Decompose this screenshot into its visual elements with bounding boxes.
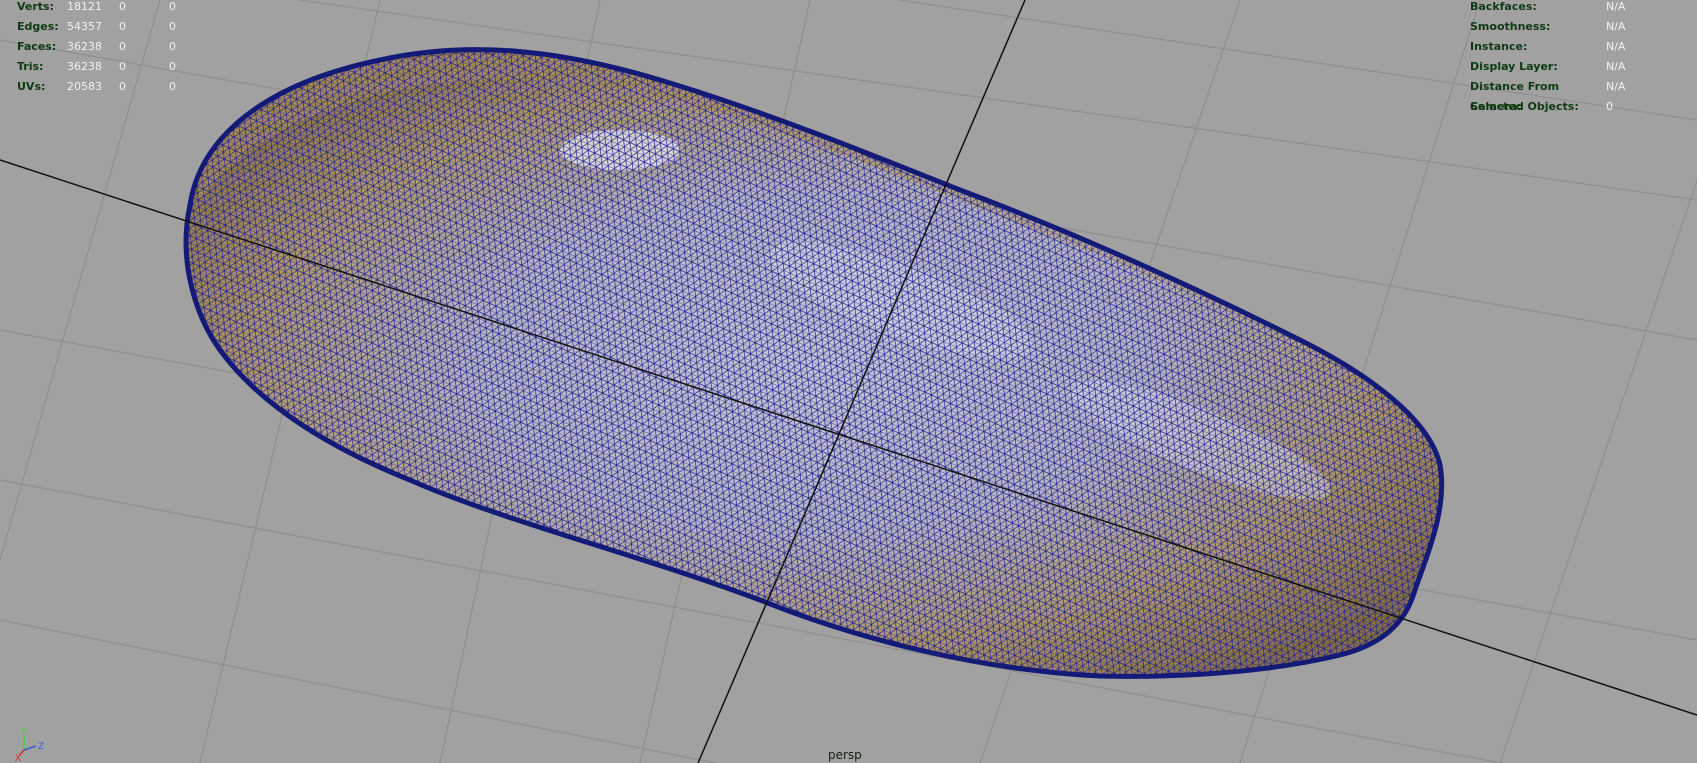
gizmo-x-label: X: [15, 754, 21, 762]
info-label: Backfaces:: [1470, 0, 1537, 13]
stat-row: UVs: 20583 0 0: [17, 77, 189, 97]
info-row: Display Layer: N/A: [1470, 57, 1666, 77]
info-label: Instance:: [1470, 40, 1528, 53]
perspective-viewport[interactable]: Verts: 18121 0 0 Edges: 54357 0 0 Faces: 36238 0 0 T…: [0, 0, 1697, 763]
stat-row: Faces: 36238 0 0: [17, 37, 189, 57]
info-row: Instance: N/A: [1470, 37, 1666, 57]
info-label: Smoothness:: [1470, 20, 1551, 33]
scene-canvas[interactable]: [0, 0, 1697, 763]
info-value: N/A: [1606, 0, 1626, 13]
stat-row: Verts: 18121 0 0: [17, 0, 189, 17]
stat-label: Tris:: [17, 60, 44, 73]
stat-value: 36238: [67, 40, 102, 53]
stat-value: 0: [119, 60, 126, 73]
stat-value: 0: [169, 80, 176, 93]
poly-count-hud: Verts: 18121 0 0 Edges: 54357 0 0 Faces: 36238 0 0 T…: [17, 0, 189, 97]
grid-line: [0, 619, 719, 763]
stat-label: Faces:: [17, 40, 57, 53]
info-row: Selected Objects: 0: [1470, 97, 1666, 117]
info-value: N/A: [1606, 80, 1626, 93]
info-value: 0: [1606, 100, 1613, 113]
object-info-hud: Backfaces: N/A Smoothness: N/A Instance: N/A D…: [1470, 0, 1666, 117]
stat-value: 0: [169, 40, 176, 53]
gizmo-y-label: Y: [20, 728, 27, 738]
camera-name-label: persp: [828, 748, 862, 762]
view-axis-gizmo: Y Z X: [15, 728, 44, 762]
stat-value: 54357: [67, 20, 102, 33]
info-row: Smoothness: N/A: [1470, 17, 1666, 37]
info-label: Distance From Camera:: [1470, 80, 1560, 113]
stat-value: 0: [169, 60, 176, 73]
info-row: Backfaces: N/A: [1470, 0, 1666, 17]
stat-value: 0: [119, 20, 126, 33]
gizmo-z-axis: [23, 745, 37, 751]
stat-value: 18121: [67, 0, 102, 13]
stat-row: Tris: 36238 0 0: [17, 57, 189, 77]
info-row: Distance From Camera: N/A: [1470, 77, 1666, 113]
mesh-object[interactable]: [0, 0, 1697, 763]
mesh-shading: [186, 49, 1442, 677]
info-value: N/A: [1606, 40, 1626, 53]
stat-value: 0: [169, 20, 176, 33]
stat-label: Verts:: [17, 0, 55, 13]
info-label: Display Layer:: [1470, 60, 1558, 73]
grid-line: [1499, 179, 1697, 763]
stat-label: UVs:: [17, 80, 46, 93]
stat-value: 36238: [67, 60, 102, 73]
gizmo-z-label: Z: [38, 742, 44, 752]
info-value: N/A: [1606, 20, 1626, 33]
stat-row: Edges: 54357 0 0: [17, 17, 189, 37]
stat-value: 0: [119, 0, 126, 13]
stat-value: 0: [119, 80, 126, 93]
stat-value: 0: [119, 40, 126, 53]
stat-label: Edges:: [17, 20, 59, 33]
stat-value: 20583: [67, 80, 102, 93]
stat-value: 0: [169, 0, 176, 13]
info-value: N/A: [1606, 60, 1626, 73]
info-label: Selected Objects:: [1470, 100, 1579, 113]
